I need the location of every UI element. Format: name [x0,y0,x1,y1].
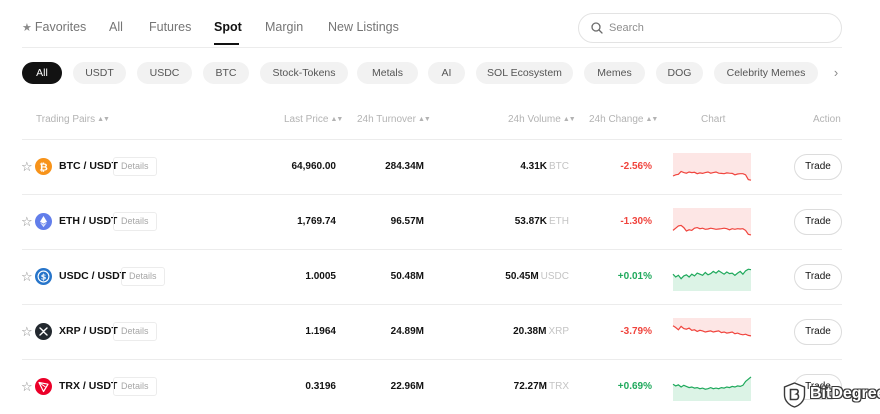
volume: 50.45M USDC [505,271,569,282]
chip-memes[interactable]: Memes [584,62,645,84]
change-percent: +0.01% [617,271,652,282]
ethereum-icon [35,213,52,230]
sparkline-chart [672,208,752,236]
search-input[interactable] [609,18,829,38]
chip-dog[interactable]: DOG [656,62,703,84]
last-price: 1.1964 [305,326,336,337]
tab-favorites[interactable]: ★ Favorites [22,20,86,34]
header-last-price[interactable]: Last Price ▲▼ [284,114,343,125]
sparkline-chart [672,318,752,337]
last-price: 0.3196 [305,381,336,392]
details-button[interactable]: Details [113,212,157,231]
bitdegree-shield-icon [783,382,806,408]
favorite-star-icon[interactable]: ☆ [21,269,33,285]
change-percent: -2.56% [620,161,652,172]
trade-button[interactable]: Trade [794,264,842,290]
sparkline-chart [672,376,752,401]
svg-text:₿: ₿ [39,161,48,173]
pair-name[interactable]: ETH / USDT [59,215,117,227]
details-button[interactable]: Details [113,157,157,176]
header-24h-turnover[interactable]: 24h Turnover ▲▼ [357,114,431,125]
trade-button[interactable]: Trade [794,209,842,235]
pair-name[interactable]: USDC / USDT [59,270,126,282]
sparkline-area [673,153,751,181]
details-button[interactable]: Details [113,322,157,341]
chip-ai[interactable]: AI [428,62,465,84]
volume: 4.31K BTC [520,161,569,172]
table-row[interactable]: ☆ $ USDC / USDT Details 1.0005 50.48M 50… [0,250,880,305]
header-trading-pairs[interactable]: Trading Pairs ▲▼ [36,114,110,125]
change-percent: +0.69% [617,381,652,392]
xrp-icon [35,323,52,340]
svg-text:$: $ [41,272,47,281]
last-price: 64,960.00 [291,161,337,172]
tab-all[interactable]: All [109,20,123,34]
nav-divider [22,47,842,48]
search-icon [591,22,603,34]
chevron-right-icon[interactable]: › [829,62,843,84]
sparkline-area [673,208,751,235]
trade-button[interactable]: Trade [794,154,842,180]
chip-stock-tokens[interactable]: Stock-Tokens [260,62,348,84]
details-button[interactable]: Details [113,377,157,396]
table-row[interactable]: ☆ XRP / USDT Details 1.1964 24.89M 20.38… [0,305,880,360]
chip-celebrity-memes[interactable]: Celebrity Memes [714,62,818,84]
search-box[interactable] [578,13,842,43]
volume: 53.87K ETH [514,216,569,227]
pair-name[interactable]: XRP / USDT [59,325,118,337]
sort-icon: ▲▼ [645,116,659,123]
pair-name[interactable]: BTC / USDT [59,160,118,172]
sparkline-chart [672,268,752,291]
favorite-star-icon[interactable]: ☆ [21,379,33,395]
pair-name[interactable]: TRX / USDT [59,380,117,392]
table-row[interactable]: ☆ TRX / USDT Details 0.3196 22.96M 72.27… [0,360,880,414]
watermark-text: BitDegree [810,385,880,402]
sparkline-chart [672,153,752,181]
volume: 72.27M TRX [513,381,569,392]
trade-button[interactable]: Trade [794,319,842,345]
details-button[interactable]: Details [121,267,165,286]
tab-spot[interactable]: Spot [214,20,242,34]
chip-metals[interactable]: Metals [357,62,418,84]
sort-icon: ▲▼ [330,116,343,123]
tab-futures[interactable]: Futures [149,20,191,34]
usdc-icon: $ [35,268,52,285]
sparkline-area [673,376,751,401]
star-icon: ★ [22,22,32,34]
sort-icon: ▲▼ [417,116,431,123]
change-percent: -3.79% [620,326,652,337]
turnover: 24.89M [390,326,424,337]
market-nav: ★ Favorites All Futures Spot Margin New L… [0,0,880,48]
chip-usdc[interactable]: USDC [137,62,192,84]
favorite-star-icon[interactable]: ☆ [21,159,33,175]
volume: 20.38M XRP [513,326,569,337]
tron-icon [35,378,52,395]
change-percent: -1.30% [620,216,652,227]
sort-icon: ▲▼ [97,116,110,123]
chip-all[interactable]: All [22,62,62,84]
bitcoin-icon: ₿ [35,158,52,175]
favorite-star-icon[interactable]: ☆ [21,324,33,340]
chip-usdt[interactable]: USDT [73,62,126,84]
header-action: Action [813,114,841,125]
last-price: 1.0005 [305,271,336,282]
turnover: 50.48M [390,271,424,282]
turnover: 284.34M [385,161,424,172]
table-row[interactable]: ☆ ETH / USDT Details 1,769.74 96.57M 53.… [0,195,880,250]
header-24h-volume[interactable]: 24h Volume ▲▼ [508,114,576,125]
header-24h-change[interactable]: 24h Change ▲▼ [589,114,659,125]
turnover: 96.57M [390,216,424,227]
tab-margin[interactable]: Margin [265,20,303,34]
chip-sol-ecosystem[interactable]: SOL Ecosystem [476,62,573,84]
favorite-star-icon[interactable]: ☆ [21,214,33,230]
chip-btc[interactable]: BTC [203,62,249,84]
turnover: 22.96M [390,381,424,392]
last-price: 1,769.74 [297,216,336,227]
active-tab-indicator [214,43,239,45]
sort-icon: ▲▼ [562,116,576,123]
table-row[interactable]: ☆ ₿ BTC / USDT Details 64,960.00 284.34M… [0,140,880,195]
header-chart: Chart [701,114,726,125]
tab-new-listings[interactable]: New Listings [328,20,399,34]
